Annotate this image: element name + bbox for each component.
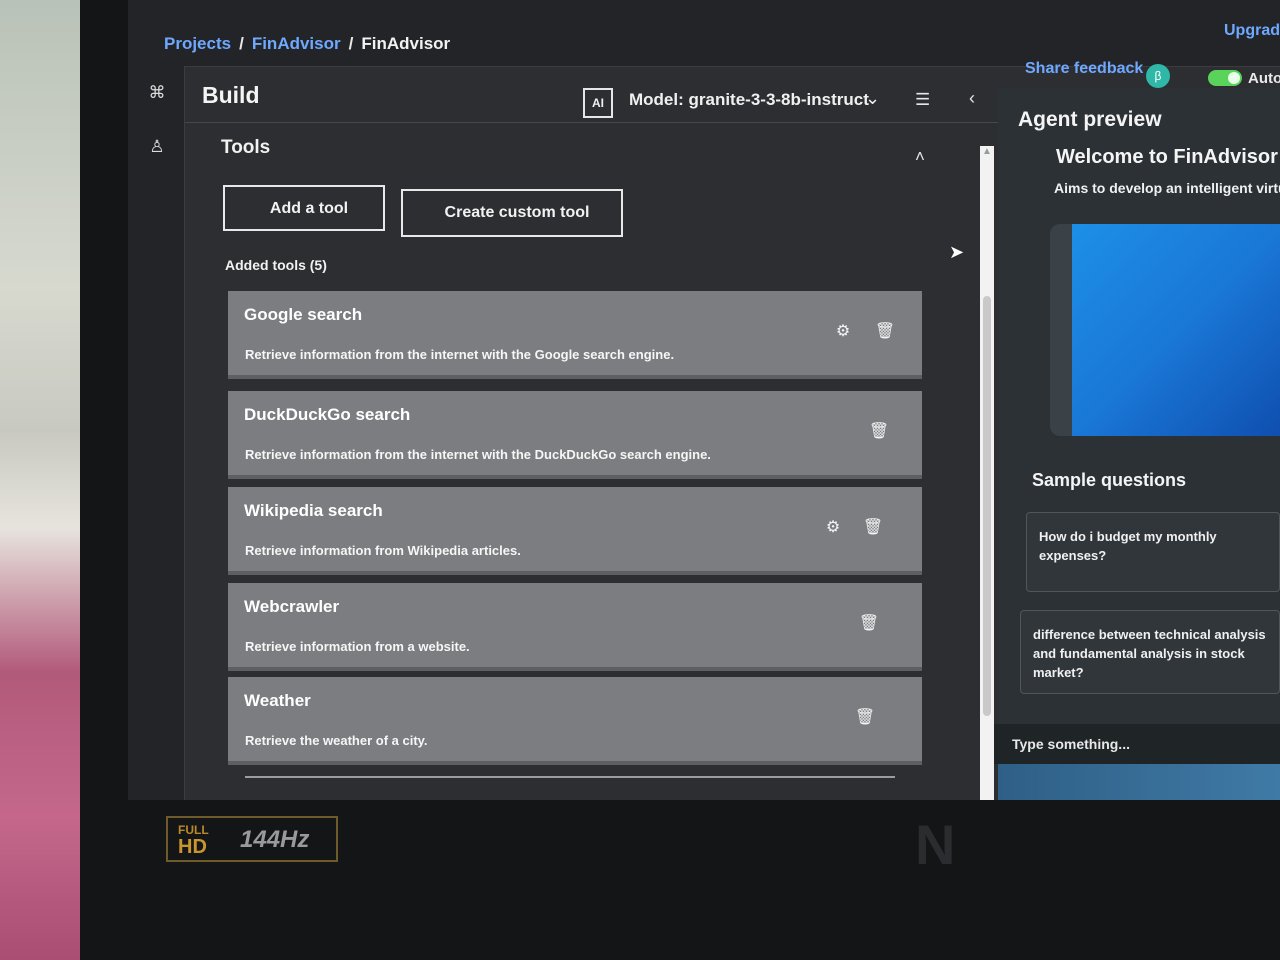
tool-description: Retrieve information from Wikipedia arti… <box>245 543 521 558</box>
mouse-cursor-icon: ➤ <box>949 242 965 262</box>
scroll-up-arrow-icon[interactable]: ▲ <box>981 146 993 158</box>
breadcrumb-projects[interactable]: Projects <box>164 34 231 53</box>
full-hd-sticker: FULL HD 144Hz <box>166 816 338 862</box>
sample-questions-title: Sample questions <box>1032 470 1187 490</box>
model-selector-label[interactable]: Model: granite-3-3-8b-instruct <box>629 90 869 110</box>
create-custom-tool-button[interactable]: Create custom tool <box>401 189 623 237</box>
chevron-left-icon[interactable]: ‹ <box>969 88 975 109</box>
tool-card-duckduckgo: DuckDuckGo search Retrieve information f… <box>228 391 922 479</box>
sticker-full-label: FULL <box>178 823 209 837</box>
tool-description: Retrieve the weather of a city. <box>245 733 428 748</box>
ai-icon: AI <box>583 88 613 118</box>
agent-preview-panel: Agent preview Welcome to FinAdvisor Aims… <box>994 88 1280 800</box>
app-screen: Projects / FinAdvisor / FinAdvisor Upgrad Sh… <box>128 0 1280 800</box>
tool-name: Webcrawler <box>244 597 340 616</box>
tool-name: Weather <box>244 691 311 710</box>
divider <box>245 776 895 778</box>
laptop-logo-icon: N <box>915 813 956 876</box>
breadcrumb-current: FinAdvisor <box>361 34 451 53</box>
welcome-heading: Welcome to FinAdvisor <box>1056 146 1278 168</box>
settings-sliders-icon[interactable]: ☰ <box>915 90 930 110</box>
breadcrumb: Projects / FinAdvisor / FinAdvisor <box>164 34 450 54</box>
auto-label: Auto <box>1248 70 1280 87</box>
tool-card-google: Google search Retrieve information from … <box>228 291 922 379</box>
trash-icon[interactable]: 🗑 <box>862 517 884 539</box>
tool-card-weather: Weather Retrieve the weather of a city. … <box>228 677 922 765</box>
tool-description: Retrieve information from a website. <box>245 639 470 654</box>
auto-toggle[interactable] <box>1208 70 1242 86</box>
breadcrumb-finadvisor[interactable]: FinAdvisor <box>252 34 341 53</box>
share-feedback-link[interactable]: Share feedback <box>1025 60 1143 78</box>
added-tools-label: Added tools (5) <box>225 257 327 273</box>
chat-input[interactable]: Type something... <box>994 724 1280 764</box>
chevron-down-icon[interactable]: ⌄ <box>865 88 880 109</box>
tool-name: Wikipedia search <box>244 501 383 520</box>
sample-question-card[interactable]: difference between technical analysis an… <box>1020 610 1280 694</box>
preview-title: Agent preview <box>1018 108 1162 131</box>
agent-description: Aims to develop an intelligent virtu <box>1054 180 1280 196</box>
scrollbar-thumb[interactable] <box>983 296 991 716</box>
chevron-up-icon[interactable]: ˄ <box>915 147 925 167</box>
trash-icon[interactable]: 🗑 <box>874 321 896 343</box>
top-bar: Projects / FinAdvisor / FinAdvisor Upgrad <box>128 0 1280 67</box>
scrollbar[interactable]: ▲ <box>980 146 994 800</box>
build-title: Build <box>202 82 260 108</box>
breadcrumb-separator: / <box>239 34 244 53</box>
gear-icon[interactable]: ⚙ <box>832 321 854 343</box>
upgrade-link[interactable]: Upgrad <box>1224 22 1280 40</box>
left-rail: ⌘ ♙ <box>128 66 185 800</box>
tool-name: DuckDuckGo search <box>244 405 411 424</box>
sticker-refresh-label: 144Hz <box>240 826 310 853</box>
agent-icon[interactable]: ♙ <box>146 136 168 158</box>
trash-icon[interactable]: 🗑 <box>868 421 890 443</box>
gear-icon[interactable]: ⚙ <box>822 517 844 539</box>
tools-title: Tools <box>221 137 271 158</box>
tool-card-webcrawler: Webcrawler Retrieve information from a w… <box>228 583 922 671</box>
build-header: Build AI Model: granite-3-3-8b-instruct … <box>185 70 1000 123</box>
sticker-hd-label: HD <box>178 836 207 858</box>
build-icon[interactable]: ⌘ <box>146 82 168 104</box>
breadcrumb-separator: / <box>348 34 354 53</box>
trash-icon[interactable]: 🗑 <box>858 613 880 635</box>
tool-description: Retrieve information from the internet w… <box>245 347 675 362</box>
beta-badge: β <box>1146 64 1170 88</box>
tool-description: Retrieve information from the internet w… <box>245 447 711 462</box>
trash-icon[interactable]: 🗑 <box>854 707 876 729</box>
add-tool-button[interactable]: Add a tool <box>223 185 385 231</box>
sample-question-card[interactable]: How do i budget my monthly expenses? <box>1026 512 1280 592</box>
hero-image <box>1050 224 1280 436</box>
tools-panel: Tools ˄ Add a tool Create custom tool Ad… <box>185 123 985 800</box>
preview-footer <box>998 764 1280 800</box>
tool-name: Google search <box>244 305 363 324</box>
tool-card-wikipedia: Wikipedia search Retrieve information fr… <box>228 487 922 575</box>
